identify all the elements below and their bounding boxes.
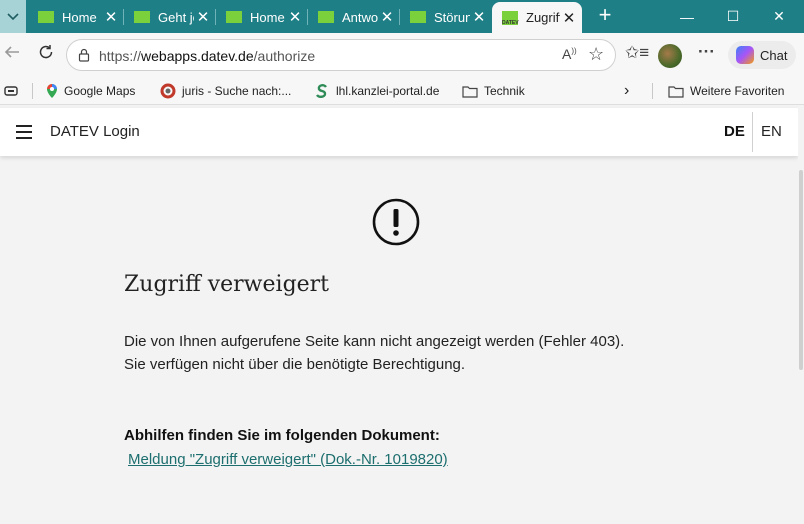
close-icon[interactable]: ✕ — [102, 8, 120, 26]
url-text[interactable]: https://webapps.datev.de/authorize — [99, 48, 315, 64]
close-icon: ✕ — [773, 8, 785, 24]
close-icon[interactable]: ✕ — [194, 8, 212, 26]
back-arrow-icon — [4, 46, 19, 58]
lock-icon[interactable] — [77, 48, 91, 62]
tab-favicon-icon — [410, 11, 426, 23]
copilot-icon — [736, 46, 754, 64]
folder-icon — [668, 85, 684, 98]
bookmarks-bar: Google Maps juris - Suche nach:... lhl.k… — [0, 77, 804, 105]
bookmark-other-favorites[interactable]: Weitere Favoriten — [668, 81, 784, 101]
reload-button[interactable] — [34, 43, 58, 67]
bookmark-label: lhl.kanzlei-portal.de — [336, 84, 440, 98]
close-window-button[interactable]: ✕ — [756, 0, 802, 33]
kanzlei-portal-icon — [314, 83, 330, 99]
address-bar[interactable]: https://webapps.datev.de/authorize A)) ☆ — [66, 39, 616, 71]
more-menu-icon[interactable]: ··· — [698, 42, 715, 62]
folder-icon — [462, 85, 478, 98]
tab-title: Geht je — [158, 9, 194, 25]
back-button[interactable] — [0, 43, 24, 67]
tab-favicon-icon — [226, 11, 242, 23]
bookmark-app-icon[interactable] — [4, 81, 18, 101]
bookmark-label: Google Maps — [64, 84, 136, 98]
google-maps-icon — [46, 83, 58, 99]
favorite-star-icon[interactable]: ☆ — [588, 44, 604, 65]
copilot-chat-button[interactable]: Chat — [728, 41, 796, 69]
tab-actions-button[interactable] — [0, 0, 26, 33]
bookmark-google-maps[interactable]: Google Maps — [46, 81, 135, 101]
bookmark-label: Weitere Favoriten — [690, 84, 785, 98]
tab-title: Zugriff — [526, 10, 560, 25]
close-icon[interactable]: ✕ — [560, 9, 578, 27]
tab-title: Home — [62, 9, 97, 25]
close-icon[interactable]: ✕ — [378, 8, 396, 26]
tab-strip: Home ✕ Geht je ✕ Home ✕ Antwo ✕ Störun ✕… — [0, 0, 804, 33]
scrollbar-thumb[interactable] — [799, 170, 803, 370]
bookmarks-overflow-chevron-icon[interactable]: › — [624, 81, 629, 101]
bookmark-label: juris - Suche nach:... — [182, 84, 292, 98]
tab[interactable]: Störun ✕ — [400, 4, 492, 30]
close-icon[interactable]: ✕ — [286, 8, 304, 26]
tab[interactable]: Home ✕ — [216, 4, 308, 30]
profile-avatar[interactable] — [658, 44, 682, 68]
error-message: Die von Ihnen aufgerufene Seite kann nic… — [124, 330, 624, 376]
new-tab-button[interactable]: + — [592, 4, 618, 28]
language-separator — [752, 112, 753, 152]
tab-title: Home — [250, 9, 285, 25]
minimize-button[interactable]: — — [664, 0, 710, 33]
language-de-button[interactable]: DE — [724, 123, 745, 140]
bookmark-technik[interactable]: Technik — [462, 81, 525, 101]
maximize-button[interactable]: ☐ — [710, 0, 756, 33]
tab-favicon-icon — [134, 11, 150, 23]
tab-favicon-icon — [38, 11, 54, 23]
error-title: Zugriff verweigert — [124, 272, 330, 297]
page-title: DATEV Login — [50, 123, 140, 140]
favorites-icon[interactable]: ✩≡ — [625, 43, 649, 63]
bookmark-juris[interactable]: juris - Suche nach:... — [160, 81, 291, 101]
bookmark-label: Technik — [484, 84, 525, 98]
page-header: DATEV Login DE EN — [0, 108, 798, 156]
menu-icon[interactable] — [16, 125, 32, 139]
app-icon — [4, 86, 18, 96]
language-en-button[interactable]: EN — [761, 123, 782, 140]
tab-favicon-icon — [318, 11, 334, 23]
help-document-link[interactable]: Meldung "Zugriff verweigert" (Dok.-Nr. 1… — [128, 451, 448, 468]
read-aloud-icon[interactable]: A)) — [562, 46, 577, 62]
tab-title: Antwo — [342, 9, 378, 25]
tab[interactable]: Home ✕ — [28, 4, 124, 30]
minimize-icon: — — [680, 8, 694, 25]
bookmark-separator — [32, 83, 33, 99]
reload-icon — [39, 45, 53, 59]
tab-title: Störun — [434, 9, 470, 25]
tab[interactable]: Geht je ✕ — [124, 4, 216, 30]
tab[interactable]: Antwo ✕ — [308, 4, 400, 30]
chat-label: Chat — [760, 47, 788, 63]
page-scrollbar[interactable] — [798, 108, 804, 524]
tab-active[interactable]: DATEV Zugriff ✕ — [492, 2, 582, 33]
juris-icon — [160, 83, 176, 99]
chevron-down-icon — [7, 12, 19, 20]
help-heading: Abhilfen finden Sie im folgenden Dokumen… — [124, 427, 440, 444]
navigation-bar: https://webapps.datev.de/authorize A)) ☆… — [0, 33, 804, 77]
error-message-line: Sie verfügen nicht über die benötigte Be… — [124, 356, 466, 373]
close-icon[interactable]: ✕ — [470, 8, 488, 26]
alert-icon — [372, 198, 420, 246]
bookmark-separator — [652, 83, 653, 99]
error-message-line: Die von Ihnen aufgerufene Seite kann nic… — [124, 333, 625, 350]
datev-favicon-icon: DATEV — [502, 10, 519, 26]
bookmark-kanzlei-portal[interactable]: lhl.kanzlei-portal.de — [314, 81, 439, 101]
maximize-icon: ☐ — [726, 8, 740, 24]
